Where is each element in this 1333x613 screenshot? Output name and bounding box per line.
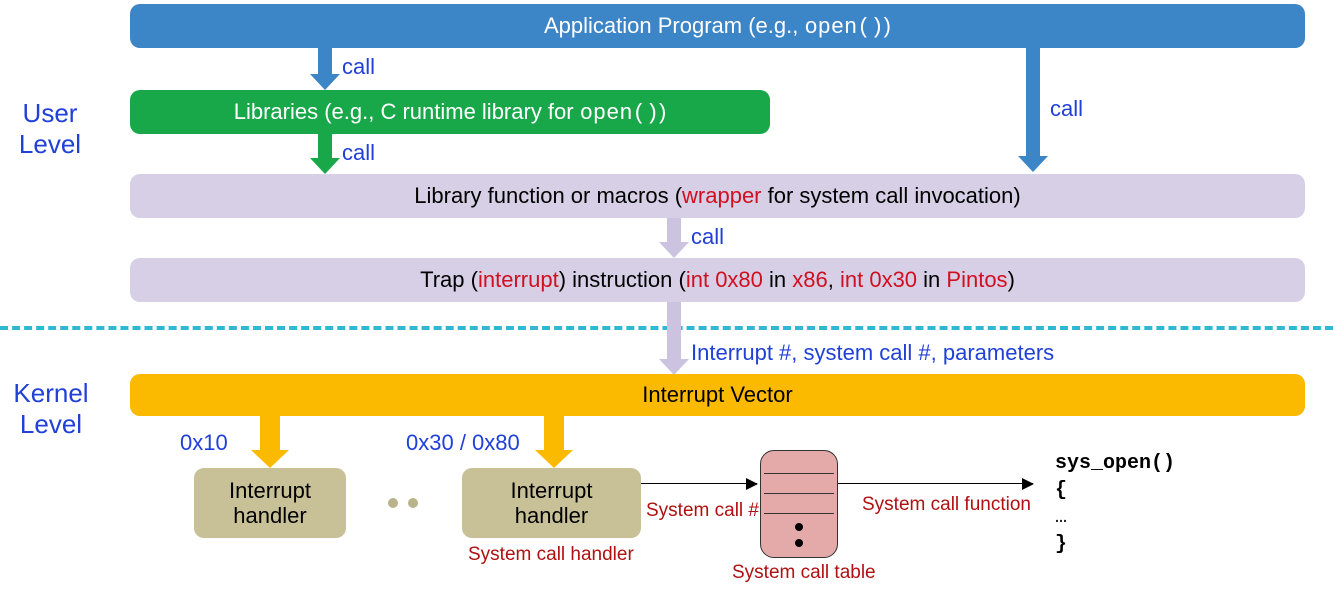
user-level-label: UserLevel — [10, 98, 90, 160]
system-call-handler-label: System call handler — [468, 544, 634, 566]
app-program-text: Application Program (e.g., open()) — [544, 13, 891, 40]
trap-text: Trap (interrupt) instruction (int 0x80 i… — [420, 267, 1015, 293]
call-label-2: call — [342, 140, 375, 166]
libraries-text: Libraries (e.g., C runtime library for o… — [234, 99, 667, 126]
box-library-function: Library function or macros (wrapper for … — [130, 174, 1305, 218]
system-call-number-label: System call # — [646, 500, 759, 522]
ellipsis-dots — [388, 498, 418, 508]
call-label-right: call — [1050, 96, 1083, 122]
call-label-3: call — [691, 224, 724, 250]
arrow-handler-to-table — [641, 483, 757, 484]
box-interrupt-handler-1: Interrupthandler — [194, 468, 346, 538]
call-label-1: call — [342, 54, 375, 80]
lib-func-text: Library function or macros (wrapper for … — [414, 183, 1020, 209]
code-sys-open: sys_open() { … } — [1055, 450, 1175, 558]
box-application-program: Application Program (e.g., open()) — [130, 4, 1305, 48]
code-line-4: } — [1055, 531, 1175, 558]
box-system-call-table — [760, 450, 838, 558]
code-line-3: … — [1055, 504, 1175, 531]
system-call-table-label: System call table — [732, 562, 876, 584]
addr-0x30-0x80-label: 0x30 / 0x80 — [406, 430, 520, 456]
interrupt-vector-text: Interrupt Vector — [642, 382, 792, 408]
code-line-1: sys_open() — [1055, 450, 1175, 477]
interrupt-params-label: Interrupt #, system call #, parameters — [691, 340, 1054, 366]
box-trap-instruction: Trap (interrupt) instruction (int 0x80 i… — [130, 258, 1305, 302]
system-call-function-label: System call function — [862, 494, 1031, 516]
code-line-2: { — [1055, 477, 1175, 504]
arrow-table-to-function — [838, 483, 1033, 484]
box-interrupt-handler-2: Interrupthandler — [462, 468, 641, 538]
addr-0x10-label: 0x10 — [180, 430, 228, 456]
box-libraries: Libraries (e.g., C runtime library for o… — [130, 90, 770, 134]
box-interrupt-vector: Interrupt Vector — [130, 374, 1305, 416]
kernel-level-label: KernelLevel — [6, 378, 96, 440]
